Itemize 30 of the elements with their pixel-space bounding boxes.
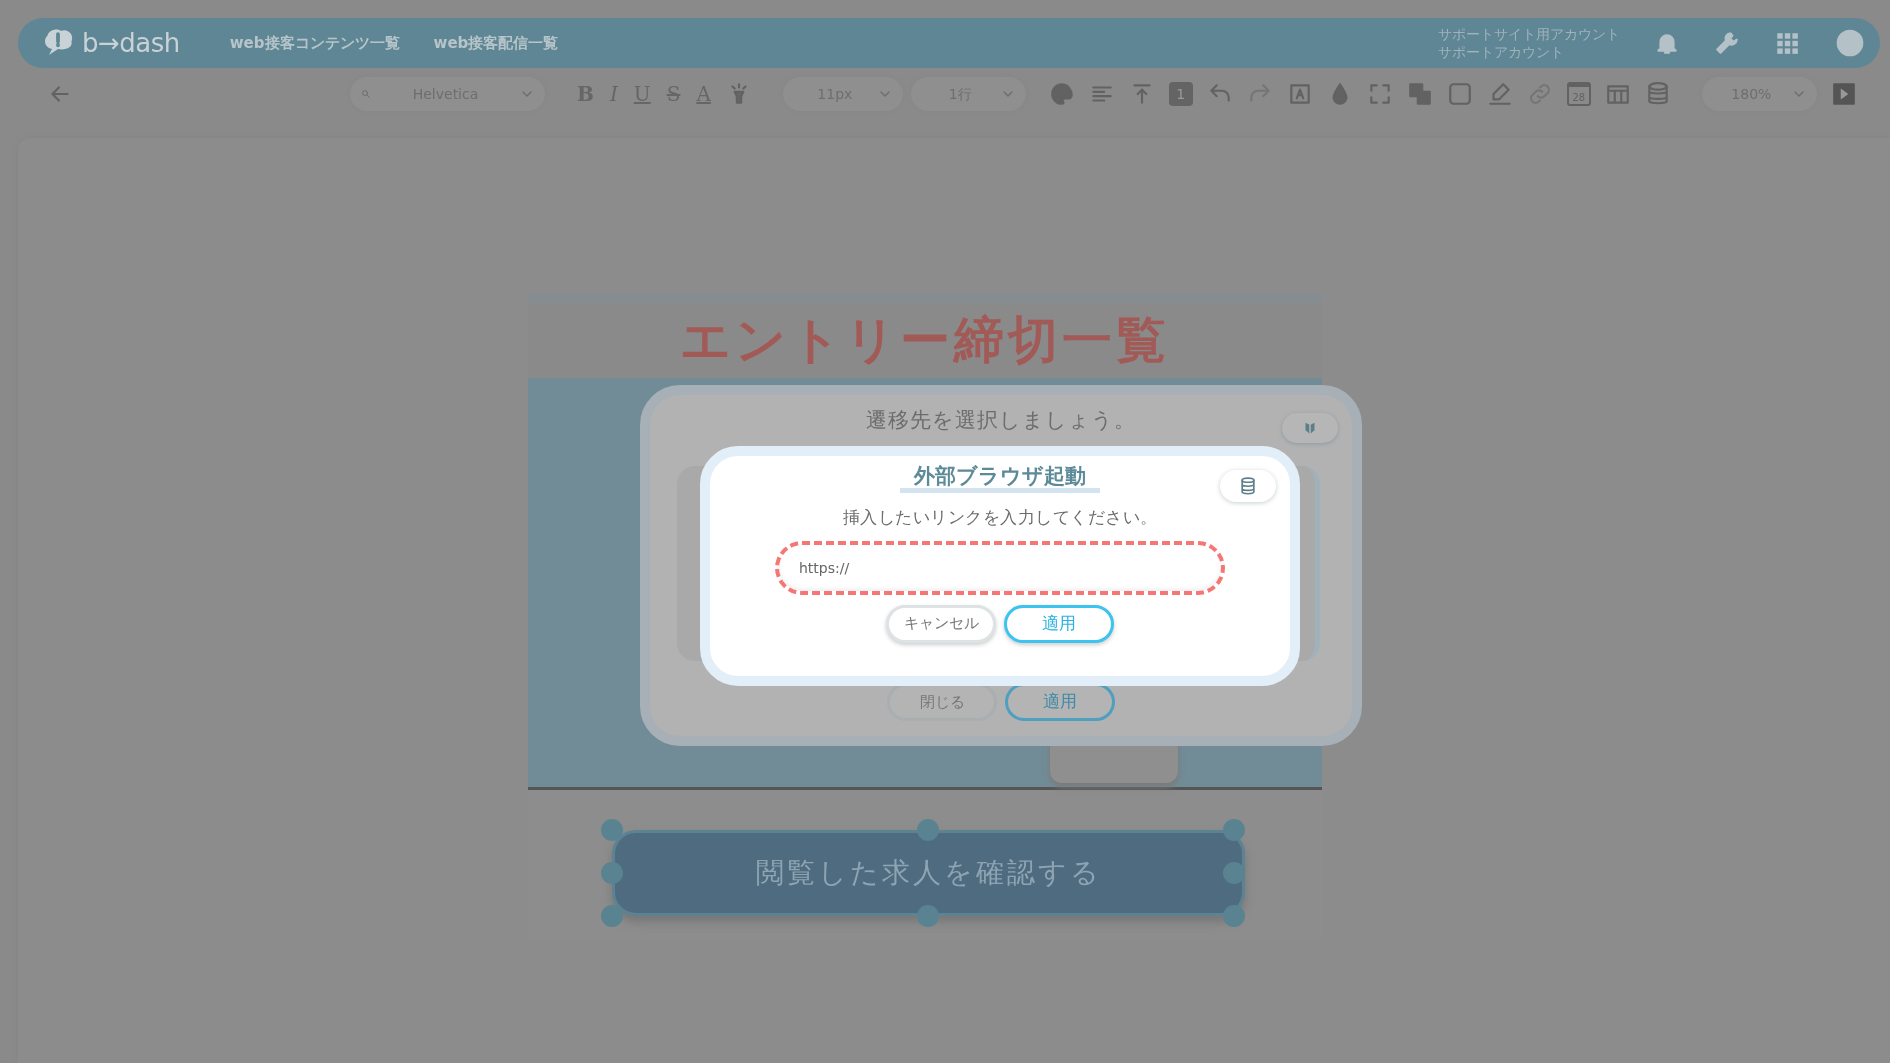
- square-icon[interactable]: [1446, 81, 1473, 107]
- database-button[interactable]: [1220, 470, 1276, 502]
- apply-button[interactable]: 適用: [1004, 604, 1114, 643]
- beginner-badge-button[interactable]: [1282, 413, 1338, 443]
- overlapping-squares-icon[interactable]: [1406, 81, 1433, 107]
- resize-handle[interactable]: [601, 862, 623, 884]
- database-icon: [1238, 476, 1258, 496]
- search-icon: [360, 88, 372, 100]
- wrench-icon[interactable]: [1714, 30, 1740, 56]
- play-icon[interactable]: [1830, 81, 1857, 107]
- nav-link[interactable]: web接客コンテンツ一覧: [229, 31, 400, 55]
- resize-handle[interactable]: [917, 905, 939, 927]
- account-name: サポートアカウント: [1438, 43, 1565, 62]
- resize-handle[interactable]: [917, 819, 939, 841]
- highlighter-pen-icon[interactable]: [1486, 81, 1513, 107]
- dialog-prompt: 遷移先を選択しましょう。: [866, 407, 1136, 434]
- resize-handle[interactable]: [1223, 905, 1245, 927]
- dialog-title: 外部ブラウザ起動: [900, 464, 1100, 494]
- nav-link[interactable]: web接客配信一覧: [433, 31, 559, 55]
- grid-menu-icon[interactable]: [1774, 30, 1800, 56]
- cta-button[interactable]: 閲覧した求人を確認する: [612, 830, 1245, 916]
- resize-handle[interactable]: [601, 905, 623, 927]
- url-input-field[interactable]: https://: [775, 540, 1225, 595]
- logo-text: b→dash: [82, 26, 180, 60]
- resize-handle[interactable]: [1223, 819, 1245, 841]
- resize-handle[interactable]: [601, 819, 623, 841]
- dialog-message: 挿入したいリンクを入力してください。: [842, 506, 1158, 530]
- account-name: サポートサイト用アカウント: [1438, 24, 1620, 43]
- cancel-button[interactable]: キャンセル: [886, 604, 996, 643]
- palette-icon[interactable]: [1048, 81, 1075, 107]
